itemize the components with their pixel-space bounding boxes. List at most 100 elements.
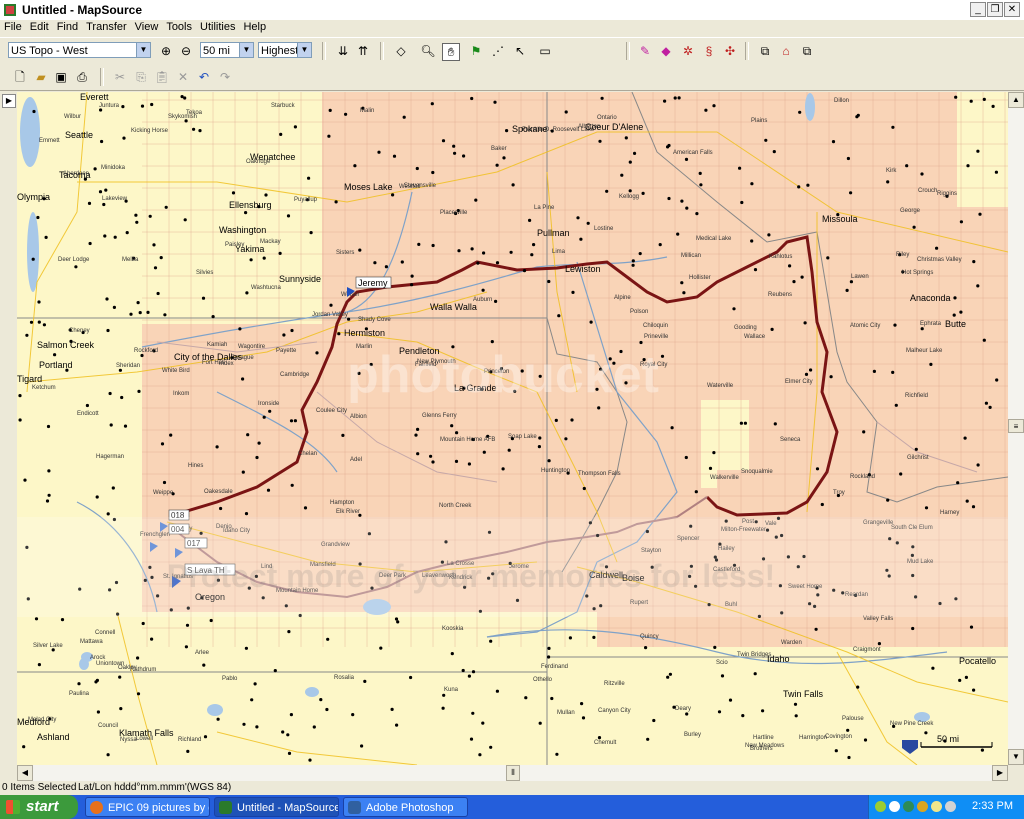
menu-utilities[interactable]: Utilities xyxy=(196,20,239,34)
route-edit-icon[interactable]: § xyxy=(701,43,717,59)
city-label-minor: Lowell xyxy=(136,736,153,742)
city-label-minor: Soap Lake xyxy=(508,434,537,440)
city-label-minor: Polson xyxy=(630,309,648,315)
scroll-down-button[interactable]: ▼ xyxy=(1008,749,1024,765)
city-label-minor: Wagontire xyxy=(238,344,266,350)
system-tray: 2:33 PM xyxy=(868,795,1024,819)
map-canvas[interactable]: EverettSeattleTacomaOlympiaEllensburgWen… xyxy=(17,92,1008,765)
maximize-button[interactable]: ❐ xyxy=(987,2,1003,17)
undo-icon[interactable]: ↶ xyxy=(196,69,212,85)
zoom-scale-select[interactable]: 50 mi ▼ xyxy=(200,42,254,58)
city-label-minor: Albion xyxy=(350,414,367,420)
measure-distance-icon[interactable]: ▭ xyxy=(537,43,553,59)
city-label-minor: Riley xyxy=(896,252,909,258)
delete-icon[interactable]: ✕ xyxy=(175,69,191,85)
scroll-thumb[interactable]: ⦀ xyxy=(506,765,520,781)
track-icon[interactable]: ✲ xyxy=(680,43,696,59)
toolbar-separator xyxy=(380,42,384,60)
open-folder-icon[interactable]: ▰ xyxy=(33,69,49,85)
city-label-major: Everett xyxy=(80,92,109,102)
chevron-down-icon[interactable]: ▼ xyxy=(239,43,253,57)
city-label-minor: Emmett xyxy=(39,138,60,144)
city-label-minor: Quincy xyxy=(640,634,659,640)
menu-file[interactable]: File xyxy=(0,20,26,34)
city-label-minor: Richfield xyxy=(905,393,928,399)
taskbar-item-firefox[interactable]: EPIC 09 pictures by d... xyxy=(85,797,210,817)
city-label-minor: Craigmont xyxy=(853,647,881,653)
chevron-down-icon[interactable]: ▼ xyxy=(297,43,311,57)
city-label-major: Twin Falls xyxy=(783,689,824,699)
city-label-minor: Coulee City xyxy=(316,408,347,414)
horizontal-scrollbar[interactable]: ◀ ⦀ ▶ xyxy=(17,765,1008,781)
paste-icon[interactable]: 📋︎ xyxy=(154,69,170,85)
vertical-scrollbar[interactable]: ▲ ≡ ▼ xyxy=(1008,92,1024,765)
tray-status-icon[interactable] xyxy=(903,801,914,812)
start-button[interactable]: start xyxy=(0,795,78,819)
menu-tools[interactable]: Tools xyxy=(162,20,196,34)
hand-tool-icon[interactable]: ✋︎ xyxy=(442,43,460,61)
tray-network-icon[interactable] xyxy=(875,801,886,812)
standard-toolbar: 🗋 ▰ ▣ ⎙ ✂ ⎘ 📋︎ ✕ ↶ ↷ xyxy=(0,65,1024,91)
city-label-minor: Rockland xyxy=(850,474,875,480)
zoom-in-icon[interactable]: ⊕ xyxy=(158,43,174,59)
city-label-minor: Endicott xyxy=(77,411,99,417)
erase-icon[interactable]: ◆ xyxy=(658,43,674,59)
detail-level-select[interactable]: Highest ▼ xyxy=(258,42,312,58)
scroll-up-button[interactable]: ▲ xyxy=(1008,92,1024,108)
menu-find[interactable]: Find xyxy=(53,20,82,34)
selection-arrow-icon[interactable]: ↖ xyxy=(512,43,528,59)
menu-edit[interactable]: Edit xyxy=(26,20,53,34)
menu-transfer[interactable]: Transfer xyxy=(82,20,131,34)
scroll-thumb[interactable]: ≡ xyxy=(1008,419,1024,433)
tray-app-icon[interactable] xyxy=(945,801,956,812)
city-label-minor: Starbuck xyxy=(271,103,296,109)
menu-help[interactable]: Help xyxy=(239,20,270,34)
copy-icon[interactable]: ⎘ xyxy=(133,69,149,85)
print-icon[interactable]: ⎙ xyxy=(74,69,90,85)
task-label: Adobe Photoshop xyxy=(366,802,454,814)
map-view[interactable]: Everett Seattle Tacoma Olympia Ellensburg Wen… xyxy=(17,92,1008,765)
taskbar-item-photoshop[interactable]: Adobe Photoshop xyxy=(343,797,468,817)
zoom-out-icon[interactable]: ⊖ xyxy=(178,43,194,59)
find-places-icon[interactable]: ⌂ xyxy=(778,43,794,59)
tray-volume-icon[interactable] xyxy=(889,801,900,812)
city-label-minor: Cambridge xyxy=(280,372,310,378)
clock[interactable]: 2:33 PM xyxy=(972,800,1013,812)
mapsource-icon xyxy=(219,801,232,814)
route-tool-icon[interactable]: ⋰ xyxy=(490,43,506,59)
city-label-minor: Prineville xyxy=(644,334,669,340)
city-label-minor: Mattawa xyxy=(80,639,103,645)
city-label-minor: Lostine xyxy=(594,226,614,232)
scroll-right-button[interactable]: ▶ xyxy=(992,765,1008,781)
expand-panel-button[interactable]: ▶ xyxy=(2,94,16,108)
scroll-left-button[interactable]: ◀ xyxy=(17,765,33,781)
city-label-minor: Silver Lake xyxy=(33,643,63,649)
redo-icon[interactable]: ↷ xyxy=(217,69,233,85)
menu-bar: File Edit Find Transfer View Tools Utilities He… xyxy=(0,20,1024,37)
mapsource-app-icon[interactable] xyxy=(3,3,17,17)
city-label-minor: Christmas Valley xyxy=(917,257,962,263)
new-file-icon[interactable]: 🗋 xyxy=(12,69,28,85)
map-tool-icon[interactable]: ◇ xyxy=(393,43,409,59)
tray-app-icon[interactable] xyxy=(931,801,942,812)
route-profile-icon[interactable]: ✣ xyxy=(722,43,738,59)
waypoint-flag-icon[interactable]: ⚑ xyxy=(468,43,484,59)
cut-icon[interactable]: ✂ xyxy=(112,69,128,85)
find-nearest-icon[interactable]: ⧉ xyxy=(799,43,815,59)
city-label-major: Walla Walla xyxy=(430,302,477,312)
waypoint-properties-icon[interactable]: ✎ xyxy=(637,43,653,59)
taskbar-item-mapsource[interactable]: Untitled - MapSource xyxy=(214,797,339,817)
close-button[interactable]: ✕ xyxy=(1004,2,1020,17)
find-binoculars-icon[interactable]: ⧉ xyxy=(757,43,773,59)
tray-app-icon[interactable] xyxy=(917,801,928,812)
toolbar-separator xyxy=(322,42,326,60)
receive-from-device-icon[interactable]: ⇊ xyxy=(335,43,351,59)
city-label-minor: Gilchrist xyxy=(907,455,929,461)
menu-view[interactable]: View xyxy=(131,20,163,34)
send-to-device-icon[interactable]: ⇈ xyxy=(355,43,371,59)
map-product-select[interactable]: US Topo - West ▼ xyxy=(8,42,151,58)
save-icon[interactable]: ▣ xyxy=(53,69,69,85)
chevron-down-icon[interactable]: ▼ xyxy=(136,43,150,57)
minimize-button[interactable]: _ xyxy=(970,2,986,17)
zoom-tool-icon[interactable]: 🔍︎ xyxy=(420,43,436,59)
